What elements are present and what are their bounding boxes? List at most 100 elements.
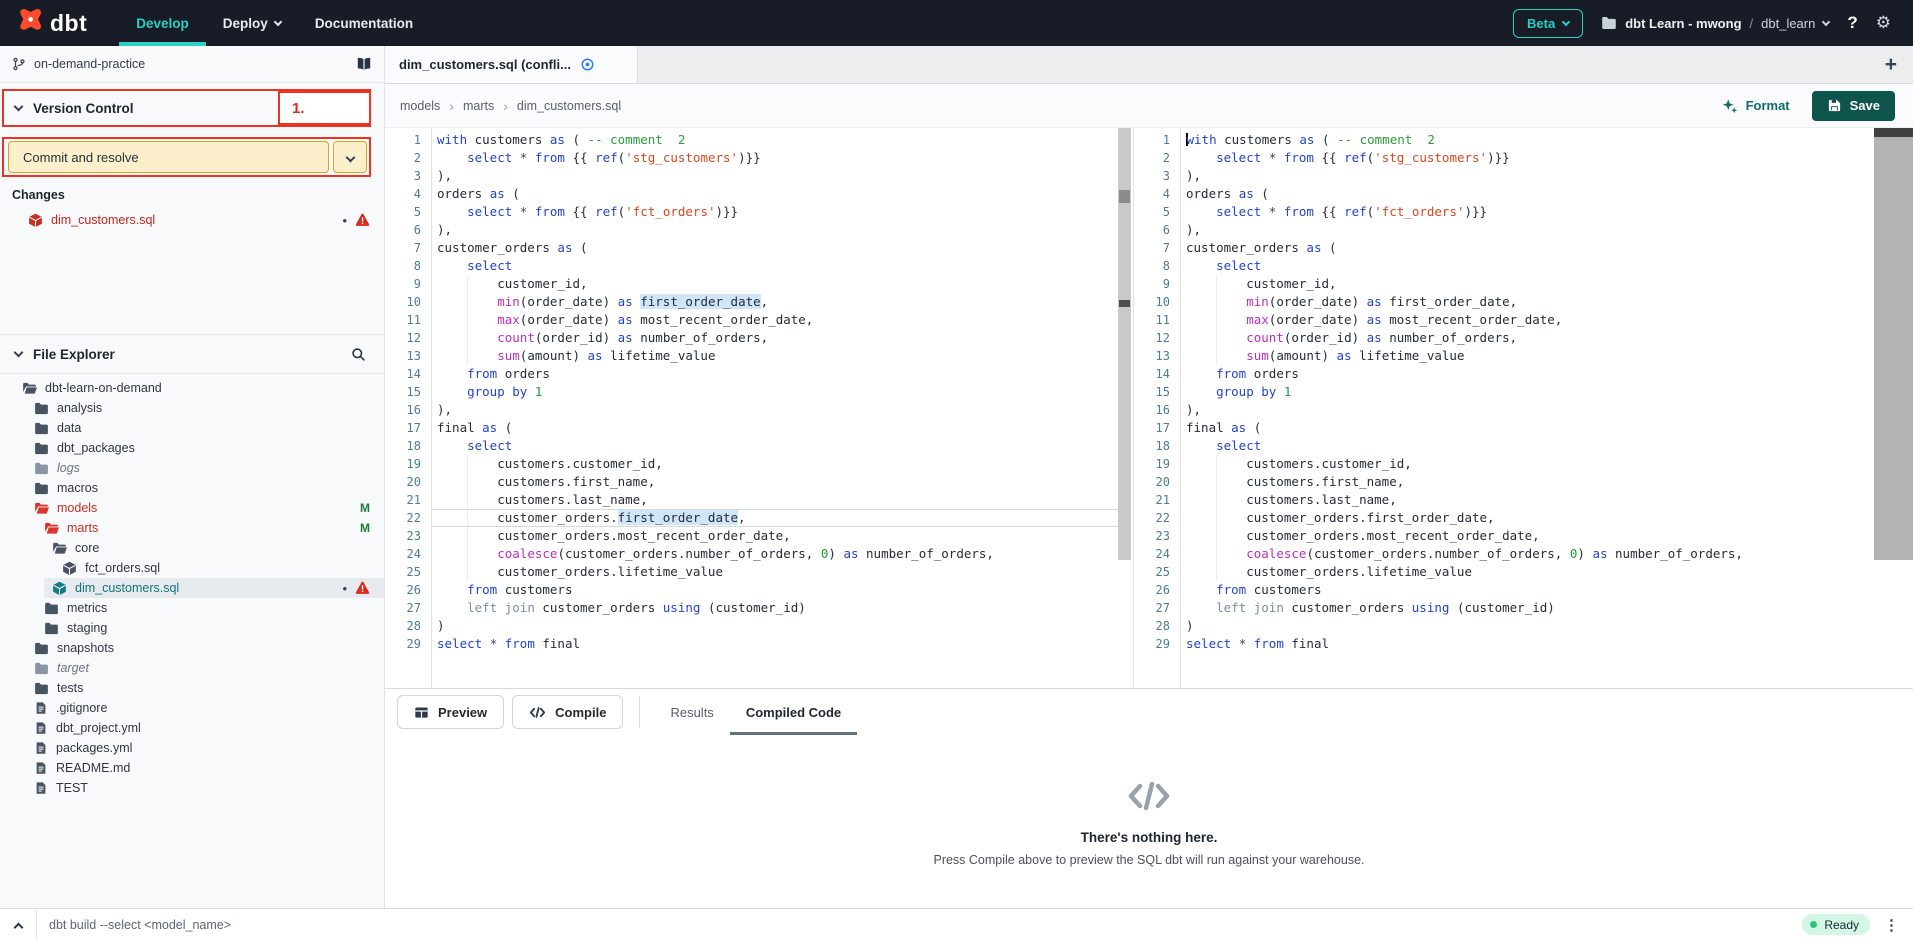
code-line[interactable]: select * from final [1181, 635, 1913, 653]
nav-develop[interactable]: Develop [119, 0, 206, 46]
tree-item-target[interactable]: target [0, 658, 384, 678]
code-line[interactable]: final as ( [432, 419, 1118, 437]
code-line[interactable]: with customers as ( -- comment 2 [432, 131, 1118, 149]
code-line[interactable]: ), [1181, 401, 1913, 419]
breadcrumb-marts[interactable]: marts [463, 99, 494, 113]
changed-file-row[interactable]: dim_customers.sql • [0, 208, 384, 232]
code-line[interactable]: select [1181, 257, 1913, 275]
code-line[interactable]: customer_orders.lifetime_value [1181, 563, 1913, 581]
tree-item-models[interactable]: modelsM [0, 498, 384, 518]
code-line[interactable]: customer_id, [432, 275, 1118, 293]
commit-dropdown-button[interactable] [333, 141, 367, 173]
compile-button[interactable]: Compile [512, 695, 623, 729]
dbt-command-input[interactable]: dbt build --select <model_name> [49, 918, 1802, 932]
book-icon[interactable] [356, 56, 372, 72]
code-line[interactable]: max(order_date) as most_recent_order_dat… [432, 311, 1118, 329]
code-line[interactable]: from customers [432, 581, 1118, 599]
code-line[interactable]: count(order_id) as number_of_orders, [432, 329, 1118, 347]
breadcrumb-file[interactable]: dim_customers.sql [517, 99, 621, 113]
code-line[interactable]: select * from {{ ref('stg_customers')}} [432, 149, 1118, 167]
save-button[interactable]: Save [1812, 91, 1895, 121]
nav-documentation[interactable]: Documentation [298, 0, 430, 46]
tree-item-marts[interactable]: martsM [0, 518, 384, 538]
commit-and-resolve-button[interactable]: Commit and resolve [8, 141, 329, 173]
tree-item-metrics[interactable]: metrics [0, 598, 384, 618]
tree-item-fct-orders-sql[interactable]: fct_orders.sql [0, 558, 384, 578]
code-line[interactable]: count(order_id) as number_of_orders, [1181, 329, 1913, 347]
code-line[interactable]: select * from {{ ref('fct_orders')}} [1181, 203, 1913, 221]
code-line[interactable]: sum(amount) as lifetime_value [1181, 347, 1913, 365]
new-tab-button[interactable]: + [1885, 54, 1913, 75]
code-line[interactable]: min(order_date) as first_order_date, [1181, 293, 1913, 311]
version-control-header[interactable]: Version Control [0, 89, 371, 127]
code-line[interactable]: customer_orders.most_recent_order_date, [1181, 527, 1913, 545]
format-button[interactable]: Format [1722, 98, 1790, 114]
tree-item-snapshots[interactable]: snapshots [0, 638, 384, 658]
tree-item-packages-yml[interactable]: packages.yml [0, 738, 384, 758]
tree-item-tests[interactable]: tests [0, 678, 384, 698]
code-line[interactable]: coalesce(customer_orders.number_of_order… [1181, 545, 1913, 563]
tree-item-logs[interactable]: logs [0, 458, 384, 478]
code-line[interactable]: with customers as ( -- comment 2 [1181, 131, 1913, 149]
nav-deploy[interactable]: Deploy [206, 0, 298, 46]
code-line[interactable]: coalesce(customer_orders.number_of_order… [432, 545, 1118, 563]
dbt-logo[interactable]: dbt [0, 7, 105, 39]
beta-dropdown[interactable]: Beta [1513, 9, 1583, 38]
code-line[interactable]: select * from {{ ref('fct_orders')}} [432, 203, 1118, 221]
code-line[interactable]: final as ( [1181, 419, 1913, 437]
tree-item-dbt-packages[interactable]: dbt_packages [0, 438, 384, 458]
code-line[interactable]: group by 1 [1181, 383, 1913, 401]
code-line[interactable]: select * from final [432, 635, 1118, 653]
code-line[interactable]: ) [1181, 617, 1913, 635]
code-line[interactable]: customers.first_name, [1181, 473, 1913, 491]
code-line[interactable]: customers.last_name, [432, 491, 1118, 509]
left-pane-scrollbar[interactable] [1118, 128, 1131, 560]
preview-button[interactable]: Preview [397, 695, 504, 729]
tab-results[interactable]: Results [654, 689, 729, 735]
code-line[interactable]: max(order_date) as most_recent_order_dat… [1181, 311, 1913, 329]
code-line[interactable]: orders as ( [432, 185, 1118, 203]
code-line[interactable]: customer_orders.first_order_date, [432, 509, 1118, 527]
code-line[interactable]: min(order_date) as first_order_date, [432, 293, 1118, 311]
kebab-menu-icon[interactable]: ⋮ [1884, 916, 1909, 934]
code-line[interactable]: left join customer_orders using (custome… [1181, 599, 1913, 617]
code-line[interactable]: customer_id, [1181, 275, 1913, 293]
tree-item-readme-md[interactable]: README.md [0, 758, 384, 778]
code-line[interactable]: orders as ( [1181, 185, 1913, 203]
code-line[interactable]: select [1181, 437, 1913, 455]
code-line[interactable]: customers.last_name, [1181, 491, 1913, 509]
code-line[interactable]: customer_orders.first_order_date, [1181, 509, 1913, 527]
tree-item-core[interactable]: core [0, 538, 384, 558]
code-line[interactable]: sum(amount) as lifetime_value [432, 347, 1118, 365]
code-line[interactable]: select [432, 257, 1118, 275]
git-branch-row[interactable]: on-demand-practice [0, 46, 384, 83]
collapse-chevron-up-icon[interactable] [0, 919, 36, 931]
search-icon[interactable] [351, 347, 384, 362]
code-line[interactable]: ), [432, 401, 1118, 419]
code-line[interactable]: ), [432, 221, 1118, 239]
code-line[interactable]: customers.first_name, [432, 473, 1118, 491]
code-line[interactable]: from customers [1181, 581, 1913, 599]
tree-item-dbt-project-yml[interactable]: dbt_project.yml [0, 718, 384, 738]
right-pane-scrollbar[interactable] [1874, 128, 1913, 560]
code-content[interactable]: with customers as ( -- comment 2 select … [432, 128, 1118, 688]
tree-item-analysis[interactable]: analysis [0, 398, 384, 418]
code-line[interactable]: select * from {{ ref('stg_customers')}} [1181, 149, 1913, 167]
breadcrumb-models[interactable]: models [400, 99, 440, 113]
code-line[interactable]: ), [1181, 221, 1913, 239]
tree-item--gitignore[interactable]: .gitignore [0, 698, 384, 718]
code-line[interactable]: customer_orders.most_recent_order_date, [432, 527, 1118, 545]
code-line[interactable]: customer_orders as ( [432, 239, 1118, 257]
code-content[interactable]: with customers as ( -- comment 2 select … [1181, 128, 1913, 688]
tree-item-macros[interactable]: macros [0, 478, 384, 498]
settings-gear-icon[interactable]: ⚙ [1876, 13, 1891, 33]
tab-compiled-code[interactable]: Compiled Code [730, 689, 857, 735]
code-line[interactable]: from orders [1181, 365, 1913, 383]
code-line[interactable]: customers.customer_id, [432, 455, 1118, 473]
tree-item-test[interactable]: TEST [0, 778, 384, 798]
code-line[interactable]: ), [432, 167, 1118, 185]
file-explorer-header[interactable]: File Explorer [0, 334, 384, 374]
code-line[interactable]: left join customer_orders using (custome… [432, 599, 1118, 617]
code-pane-right[interactable]: 1234567891011121314151617181920212223242… [1133, 128, 1913, 688]
tab-dim-customers[interactable]: dim_customers.sql (confli... [385, 46, 638, 83]
